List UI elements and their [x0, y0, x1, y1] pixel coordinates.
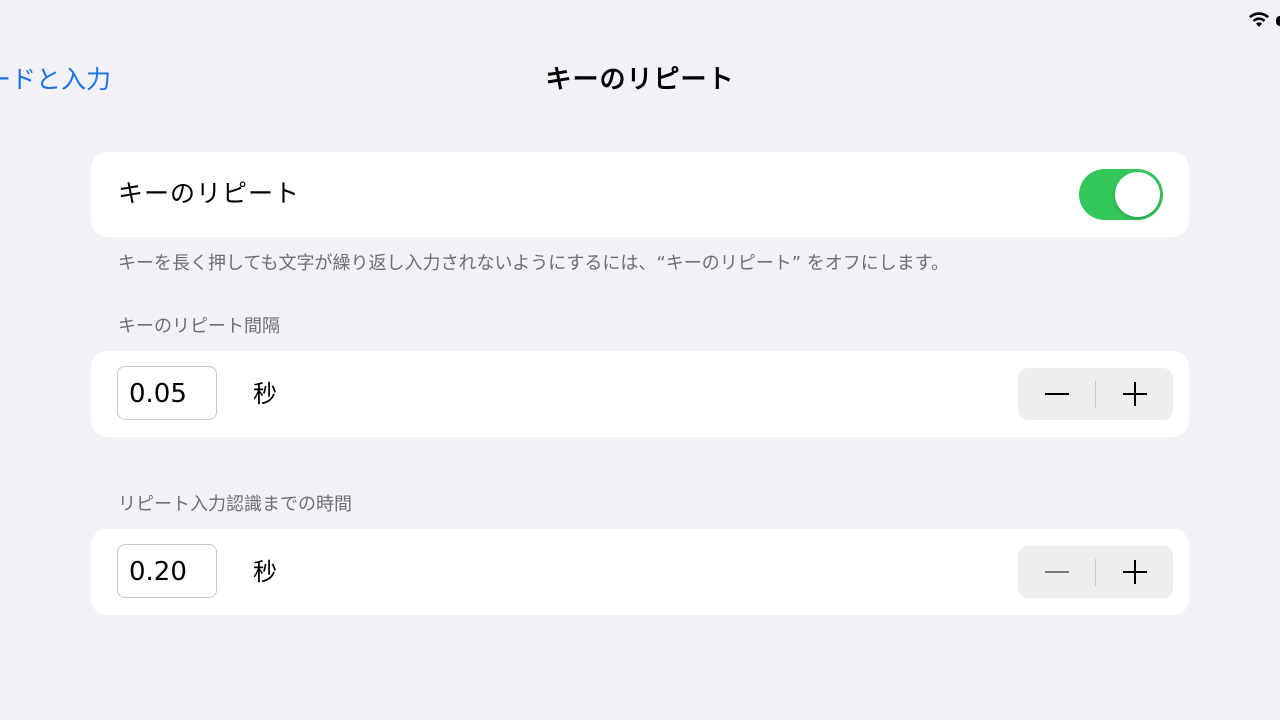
settings-screen: ードと入力 キーのリピート キーのリピート キーを長く押しても文字が繰り返し入力… [0, 0, 1280, 720]
repeat-interval-decrement-button[interactable] [1018, 368, 1095, 420]
battery-icon [1276, 16, 1280, 26]
key-repeat-label: キーのリピート [118, 179, 301, 208]
repeat-interval-row: 0.05 秒 [91, 351, 1189, 437]
key-repeat-switch[interactable] [1079, 169, 1163, 220]
repeat-delay-field[interactable]: 0.20 [117, 544, 217, 598]
status-bar [1240, 10, 1280, 30]
plus-icon [1123, 560, 1147, 584]
repeat-interval-unit: 秒 [253, 380, 277, 408]
repeat-delay-header: リピート入力認識までの時間 [118, 494, 352, 515]
repeat-delay-stepper [1018, 546, 1173, 598]
wifi-icon [1249, 12, 1269, 27]
repeat-interval-increment-button[interactable] [1096, 368, 1173, 420]
repeat-interval-header: キーのリピート間隔 [118, 316, 280, 337]
switch-knob [1115, 172, 1160, 217]
repeat-delay-increment-button[interactable] [1096, 546, 1173, 598]
repeat-delay-row: 0.20 秒 [91, 529, 1189, 615]
plus-icon [1123, 382, 1147, 406]
repeat-delay-decrement-button[interactable] [1018, 546, 1095, 598]
key-repeat-footer-note: キーを長く押しても文字が繰り返し入力されないようにするには、“キーのリピート” … [118, 253, 949, 274]
repeat-interval-field[interactable]: 0.05 [117, 366, 217, 420]
key-repeat-toggle-row: キーのリピート [91, 152, 1189, 237]
repeat-interval-stepper [1018, 368, 1173, 420]
minus-icon [1045, 571, 1069, 573]
minus-icon [1045, 393, 1069, 395]
page-title: キーのリピート [545, 65, 735, 95]
repeat-delay-unit: 秒 [253, 558, 277, 586]
